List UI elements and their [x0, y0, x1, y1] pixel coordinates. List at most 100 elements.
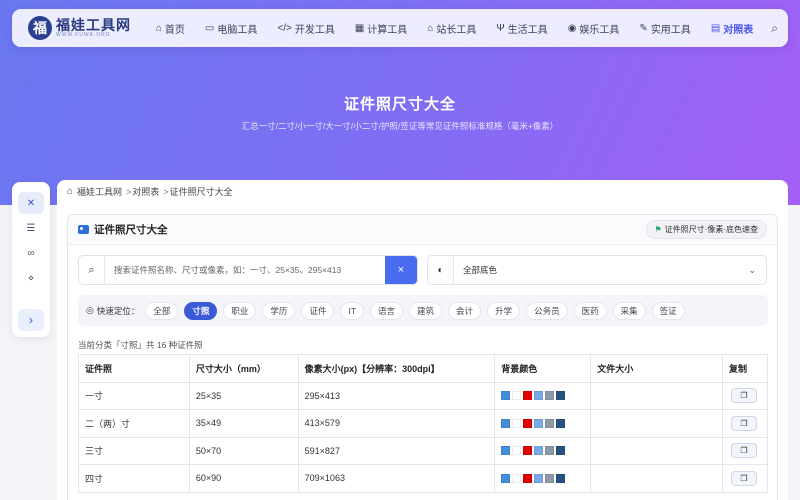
copy-button[interactable]: ❐	[730, 470, 757, 486]
side-toolbar: ✕ ☰ ∞ ⋄ ›	[12, 182, 50, 337]
card-header: 证件照尺寸大全 ⚑ 证件照尺寸·像素·底色速查	[68, 215, 777, 245]
copy-button[interactable]: ❐	[730, 443, 757, 459]
nav-utility-tools[interactable]: ✎ 实用工具	[639, 21, 690, 36]
result-count: 当前分类「寸照」共 16 种证件照	[78, 340, 203, 350]
filter-chip-it[interactable]: IT	[340, 301, 365, 320]
quick-filter-bar: ◎ 快速定位： 全部 寸照 职业 学历 证件 IT 语言 建筑 会计 升学 公务…	[78, 295, 768, 326]
background-color-select[interactable]: ◐ 全部底色 ⌄	[427, 255, 767, 285]
filter-chip-admission[interactable]: 升学	[487, 301, 521, 320]
cell-copy: ❐	[721, 464, 769, 493]
color-swatch	[501, 391, 511, 401]
search-row: ⌕ × ◐ 全部底色 ⌄	[78, 255, 767, 285]
color-swatch	[545, 418, 555, 428]
compass-icon: ◎	[86, 305, 94, 315]
color-swatch	[534, 446, 544, 456]
cell-name: 二（两）寸	[78, 409, 190, 438]
page-title: 证件照尺寸大全	[343, 96, 456, 113]
col-header-px: 像素大小(px)【分辨率：300dpi】	[297, 354, 496, 383]
filter-chip-construction[interactable]: 建筑	[409, 301, 443, 320]
color-swatch	[545, 473, 555, 483]
cell-name: 三寸	[78, 436, 190, 465]
nav-webmaster-tools[interactable]: ⌂ 站长工具	[427, 21, 476, 36]
cell-px: 295×413	[297, 381, 496, 410]
id-photo-table: 证件照 尺寸大小（mm） 像素大小(px)【分辨率：300dpi】 背景颜色 文…	[78, 354, 769, 493]
logo-name: 福娃工具网	[56, 17, 131, 33]
filter-chip-certificate[interactable]: 证件	[301, 301, 335, 320]
filter-chip-education[interactable]: 学历	[262, 301, 296, 320]
color-swatches	[501, 391, 584, 401]
cell-px: 413×579	[297, 409, 496, 438]
col-header-mm: 尺寸大小（mm）	[188, 354, 299, 383]
color-swatch	[534, 391, 544, 401]
list-icon[interactable]: ☰	[18, 217, 44, 239]
link-icon[interactable]: ∞	[18, 242, 44, 264]
filter-chip-accounting[interactable]: 会计	[448, 301, 482, 320]
cell-bg	[494, 464, 592, 493]
cell-filesize	[590, 464, 723, 493]
tools-icon[interactable]: ✕	[18, 192, 44, 214]
copy-button[interactable]: ❐	[730, 415, 757, 431]
expand-chevron-icon[interactable]: ›	[18, 309, 44, 331]
logo-url: WWW.FUWA.ORG	[56, 32, 111, 38]
card-title: 证件照尺寸大全	[94, 224, 168, 236]
filter-chip-medicine[interactable]: 医药	[573, 301, 607, 320]
cell-filesize	[590, 436, 723, 465]
search-input[interactable]	[105, 265, 385, 275]
main-nav: ⌂ 首页 ▭ 电脑工具 </> 开发工具 ▦ 计算工具 ⌂ 站长工具 Ψ 生活工具 ◉ 娱乐工…	[136, 21, 778, 36]
breadcrumb-separator: >	[126, 186, 132, 197]
table-header-row: 证件照 尺寸大小（mm） 像素大小(px)【分辨率：300dpi】 背景颜色 文…	[78, 354, 769, 383]
calculator-icon: ▦	[354, 22, 365, 34]
cell-name: 一寸	[78, 381, 190, 410]
nav-fun-tools[interactable]: ◉ 娱乐工具	[568, 21, 620, 36]
filter-chip-collection[interactable]: 采集	[612, 301, 646, 320]
cell-copy: ❐	[721, 381, 769, 410]
cell-mm: 25×35	[188, 381, 299, 410]
breadcrumb-home[interactable]: 福娃工具网	[77, 185, 122, 198]
filter-chip-inch-photo[interactable]: 寸照	[184, 301, 218, 320]
col-header-name: 证件照	[78, 354, 190, 383]
id-photo-card: 证件照尺寸大全 ⚑ 证件照尺寸·像素·底色速查 ⌕ × ◐ 全部底色 ⌄ ◎ 快…	[67, 214, 778, 500]
utensils-icon: Ψ	[496, 22, 505, 34]
nav-calc-tools[interactable]: ▦ 计算工具	[355, 21, 407, 36]
share-icon[interactable]: ⋄	[18, 267, 44, 289]
color-swatch	[501, 446, 511, 456]
cell-px: 591×827	[297, 436, 496, 465]
nav-computer-tools[interactable]: ▭ 电脑工具	[205, 21, 257, 36]
filter-chip-career[interactable]: 职业	[223, 301, 257, 320]
nav-reference-tables[interactable]: ▤ 对照表	[711, 21, 753, 36]
filter-chip-civil-servant[interactable]: 公务员	[526, 301, 568, 320]
home-icon: ⌂	[155, 22, 162, 34]
clear-search-button[interactable]: ×	[385, 256, 417, 284]
site-icon: ⌂	[427, 22, 434, 34]
cell-copy: ❐	[721, 436, 769, 465]
cell-copy: ❐	[721, 409, 769, 438]
chevron-down-icon: ⌄	[748, 264, 756, 275]
cell-mm: 60×90	[188, 464, 299, 493]
filter-chip-language[interactable]: 语言	[370, 301, 404, 320]
table-row: 四寸 60×90 709×1063 ❐	[78, 464, 769, 493]
filter-chip-visa[interactable]: 签证	[651, 301, 685, 320]
nav-dev-tools[interactable]: </> 开发工具	[277, 21, 334, 36]
background-select-value: 全部底色	[463, 265, 498, 275]
hero-banner: 福 福娃工具网 WWW.FUWA.ORG ⌂ 首页 ▭ 电脑工具 </> 开发工具 ▦…	[0, 0, 800, 205]
breadcrumb-level1[interactable]: 对照表	[132, 185, 159, 198]
card-badge: ⚑ 证件照尺寸·像素·底色速查	[645, 220, 767, 239]
search-icon[interactable]: ⌕	[771, 21, 778, 36]
color-swatch	[512, 418, 522, 428]
site-logo[interactable]: 福 福娃工具网 WWW.FUWA.ORG	[28, 16, 131, 40]
color-swatch	[523, 418, 533, 428]
filter-chip-all[interactable]: 全部	[145, 301, 179, 320]
cell-filesize	[590, 381, 723, 410]
search-icon: ⌕	[79, 256, 105, 284]
color-swatch	[501, 473, 511, 483]
copy-button[interactable]: ❐	[730, 388, 757, 404]
cell-bg	[494, 436, 592, 465]
quick-filter-label: ◎ 快速定位：	[86, 305, 140, 316]
color-swatch	[523, 446, 533, 456]
breadcrumb-separator: >	[163, 186, 169, 197]
id-card-icon	[78, 225, 89, 234]
nav-home[interactable]: ⌂ 首页	[156, 21, 185, 36]
search-box: ⌕ ×	[78, 255, 418, 285]
flag-icon: ⚑	[654, 225, 662, 234]
nav-life-tools[interactable]: Ψ 生活工具	[496, 21, 547, 36]
